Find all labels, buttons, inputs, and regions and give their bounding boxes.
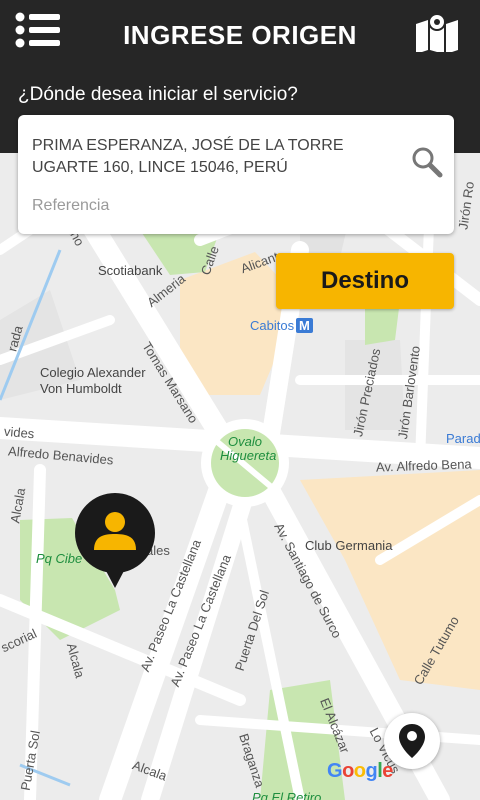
destino-button[interactable]: Destino [276,253,454,309]
map-label-colegio-line2: Von Humboldt [40,381,122,396]
search-icon[interactable] [410,145,444,179]
folded-map-icon[interactable] [412,12,464,54]
map-label-vides: vides [3,423,35,442]
location-pin-icon [399,724,425,758]
metro-badge: M [296,318,313,333]
map-label-pq-el-retiro: Pq El Retiro [252,790,322,800]
map-label-cabitos: Cabitos [250,318,295,333]
page-title: INGRESE ORIGEN [123,20,357,50]
map-label-scotiabank: Scotiabank [98,263,163,278]
map-label-colegio-line1: Colegio Alexander [40,365,146,380]
person-marker-icon[interactable] [74,492,156,590]
reference-input[interactable] [32,197,392,215]
origin-address[interactable]: PRIMA ESPERANZA, JOSÉ DE LA TORRE UGARTE… [32,135,392,179]
map-roads [0,165,480,800]
map-view[interactable]: Scotiabank Almeria Alicant Cabitos M Tom… [0,153,480,800]
origin-search-card: PRIMA ESPERANZA, JOSÉ DE LA TORRE UGARTE… [18,115,454,234]
origin-question: ¿Dónde desea iniciar el servicio? [18,84,298,105]
map-label-parade: Parade [446,431,480,446]
map-label-club-germania: Club Germania [305,538,393,553]
google-logo: Google [327,760,393,782]
map-label-ovalo-line1: Ovalo [228,434,262,449]
map-label-ovalo-line2: Higuereta [220,448,277,463]
